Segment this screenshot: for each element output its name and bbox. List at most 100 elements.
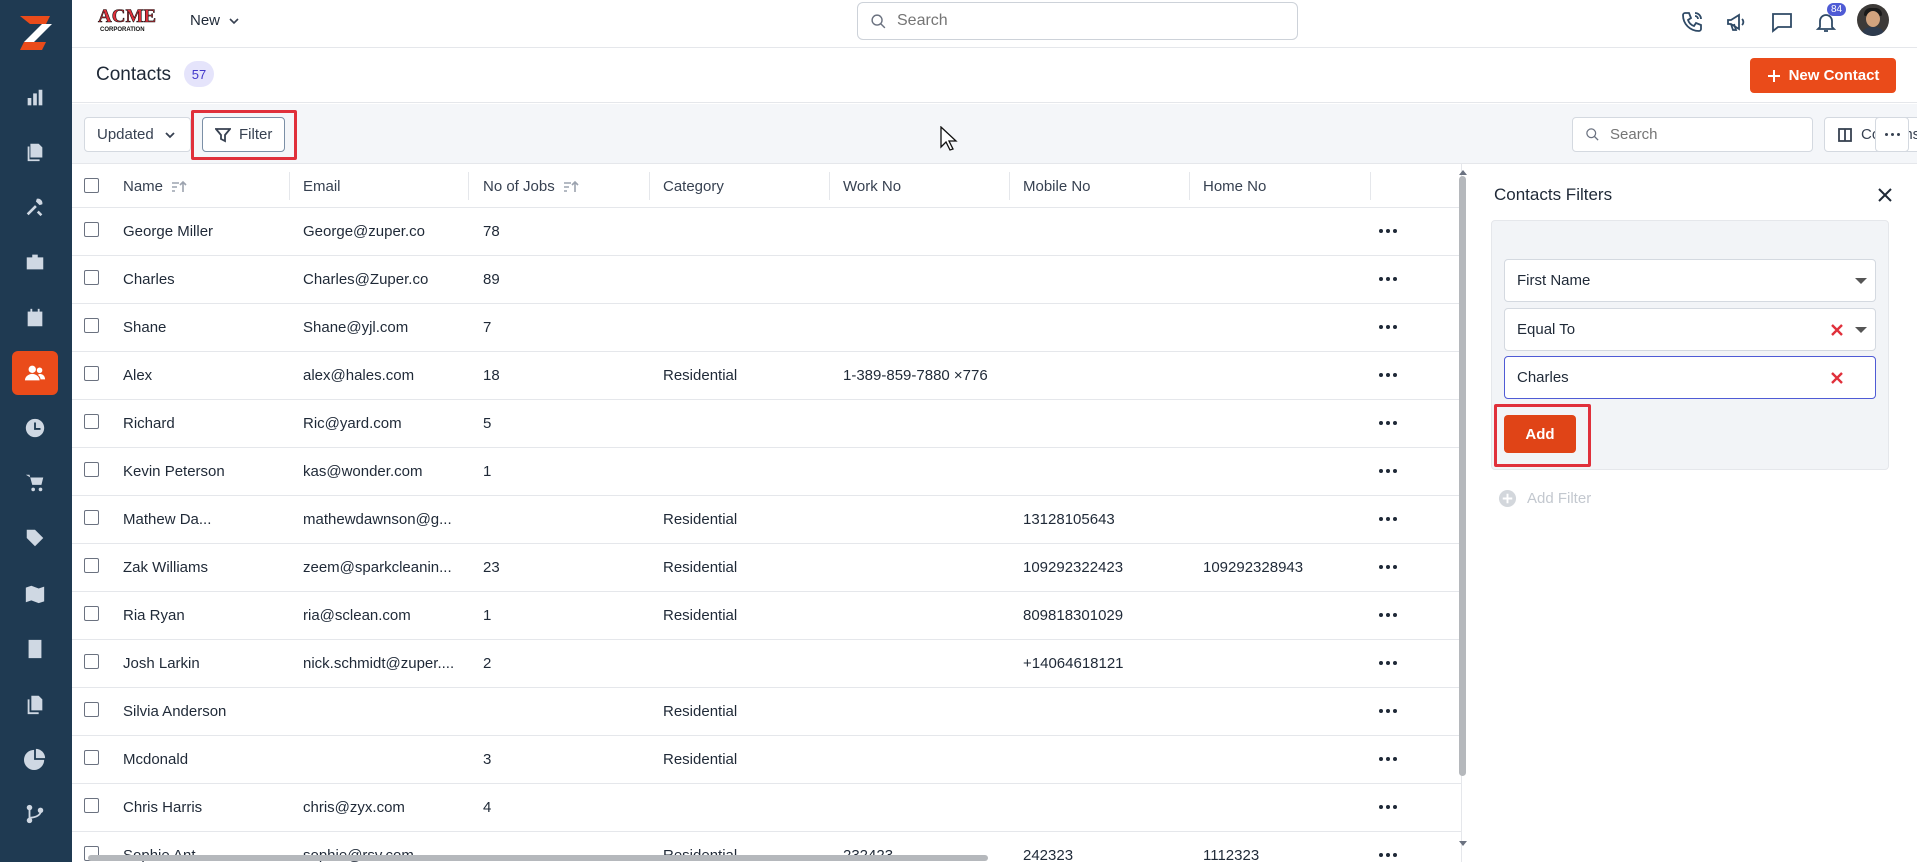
- row-checkbox[interactable]: [84, 750, 99, 765]
- header-mobile-no[interactable]: Mobile No: [1023, 178, 1091, 195]
- row-checkbox[interactable]: [84, 654, 99, 669]
- row-actions-button[interactable]: [1375, 650, 1401, 676]
- row-checkbox[interactable]: [84, 606, 99, 621]
- filter-field-select[interactable]: First Name: [1504, 259, 1876, 302]
- cell-name[interactable]: Ria Ryan: [123, 607, 185, 624]
- table-search-input[interactable]: [1610, 126, 1800, 143]
- filter-value-input[interactable]: Charles: [1504, 356, 1876, 399]
- table-row[interactable]: Chris Harris chris@zyx.com 4: [72, 784, 1461, 832]
- sidebar-item-workflows[interactable]: [12, 792, 58, 836]
- table-row[interactable]: Charles Charles@Zuper.co 89: [72, 256, 1461, 304]
- row-actions-button[interactable]: [1375, 698, 1401, 724]
- sidebar-item-calendar[interactable]: [12, 296, 58, 340]
- sidebar-item-contacts[interactable]: [12, 351, 58, 395]
- row-actions-button[interactable]: [1375, 458, 1401, 484]
- row-checkbox[interactable]: [84, 414, 99, 429]
- sidebar-item-dashboard[interactable]: [12, 76, 58, 120]
- sidebar-item-timesheets[interactable]: [12, 406, 58, 450]
- row-actions-button[interactable]: [1375, 554, 1401, 580]
- row-actions-button[interactable]: [1375, 362, 1401, 388]
- row-checkbox[interactable]: [84, 462, 99, 477]
- cell-name[interactable]: Chris Harris: [123, 799, 202, 816]
- global-search[interactable]: [857, 2, 1298, 40]
- row-actions-button[interactable]: [1375, 842, 1401, 862]
- row-checkbox[interactable]: [84, 318, 99, 333]
- sidebar-item-analytics[interactable]: [12, 737, 58, 781]
- cell-name[interactable]: Silvia Anderson: [123, 703, 226, 720]
- row-checkbox[interactable]: [84, 222, 99, 237]
- sidebar-item-documents[interactable]: [12, 130, 58, 174]
- table-row[interactable]: Richard Ric@yard.com 5: [72, 400, 1461, 448]
- add-filter-button[interactable]: Add Filter: [1498, 489, 1591, 508]
- cell-name[interactable]: Zak Williams: [123, 559, 208, 576]
- cell-name[interactable]: Shane: [123, 319, 166, 336]
- table-row[interactable]: Alex alex@hales.com 18 Residential 1-389-859…: [72, 352, 1461, 400]
- zuper-logo-icon[interactable]: [12, 10, 58, 56]
- cell-name[interactable]: Mathew Da...: [123, 511, 211, 528]
- cell-name[interactable]: George Miller: [123, 223, 213, 240]
- announcements-button[interactable]: [1723, 8, 1751, 36]
- acme-logo[interactable]: ACME CORPORATION: [96, 4, 168, 34]
- sidebar-item-jobs[interactable]: [12, 240, 58, 284]
- table-row[interactable]: Ria Ryan ria@sclean.com 1 Residential 809818…: [72, 592, 1461, 640]
- row-checkbox[interactable]: [84, 798, 99, 813]
- table-row[interactable]: Shane Shane@yjl.com 7: [72, 304, 1461, 352]
- header-home-no[interactable]: Home No: [1203, 178, 1266, 195]
- table-row[interactable]: Mathew Da... mathewdawnson@g... Residentia…: [72, 496, 1461, 544]
- cell-email: nick.schmidt@zuper....: [303, 655, 455, 672]
- row-checkbox[interactable]: [84, 510, 99, 525]
- sidebar-item-invoices[interactable]: [12, 627, 58, 671]
- clear-operator-icon[interactable]: [1829, 322, 1845, 338]
- chat-button[interactable]: [1768, 8, 1796, 36]
- notifications-button[interactable]: 84: [1812, 3, 1847, 36]
- table-row[interactable]: Josh Larkin nick.schmidt@zuper.... 2 +14064…: [72, 640, 1461, 688]
- row-checkbox[interactable]: [84, 558, 99, 573]
- table-horizontal-scrollbar[interactable]: [88, 855, 988, 861]
- row-actions-button[interactable]: [1375, 314, 1401, 340]
- table-row[interactable]: Mcdonald 3 Residential: [72, 736, 1461, 784]
- header-work-no[interactable]: Work No: [843, 178, 901, 195]
- sidebar-item-pricing[interactable]: [12, 516, 58, 560]
- table-row[interactable]: George Miller George@zuper.co 78: [72, 208, 1461, 256]
- row-actions-button[interactable]: [1375, 602, 1401, 628]
- sidebar-item-map[interactable]: [12, 572, 58, 616]
- more-options-button[interactable]: [1875, 117, 1909, 152]
- table-row[interactable]: Kevin Peterson kas@wonder.com 1: [72, 448, 1461, 496]
- table-row[interactable]: Zak Williams zeem@sparkcleanin... 23 Reside…: [72, 544, 1461, 592]
- sort-dropdown[interactable]: Updated: [84, 117, 191, 152]
- global-search-input[interactable]: [897, 12, 1277, 30]
- avatar[interactable]: [1857, 4, 1889, 36]
- cell-name[interactable]: Alex: [123, 367, 152, 384]
- filter-operator-select[interactable]: Equal To: [1504, 308, 1876, 351]
- sidebar-item-store[interactable]: [12, 461, 58, 505]
- clear-value-icon[interactable]: [1829, 370, 1845, 386]
- row-actions-button[interactable]: [1375, 506, 1401, 532]
- table-row[interactable]: Silvia Anderson Residential: [72, 688, 1461, 736]
- table-vertical-scrollbar[interactable]: [1457, 168, 1467, 858]
- select-all-checkbox[interactable]: [84, 178, 99, 193]
- table-search[interactable]: [1572, 117, 1813, 152]
- sidebar-item-tools[interactable]: [12, 185, 58, 229]
- row-checkbox[interactable]: [84, 366, 99, 381]
- row-actions-button[interactable]: [1375, 266, 1401, 292]
- cell-name[interactable]: Josh Larkin: [123, 655, 200, 672]
- sidebar-item-reports[interactable]: [12, 682, 58, 726]
- row-checkbox[interactable]: [84, 702, 99, 717]
- header-jobs[interactable]: No of Jobs: [483, 178, 579, 195]
- row-checkbox[interactable]: [84, 270, 99, 285]
- new-menu-button[interactable]: New: [190, 12, 240, 29]
- cell-name[interactable]: Mcdonald: [123, 751, 188, 768]
- row-actions-button[interactable]: [1375, 218, 1401, 244]
- row-actions-button[interactable]: [1375, 794, 1401, 820]
- cell-name[interactable]: Charles: [123, 271, 175, 288]
- header-name[interactable]: Name: [123, 178, 187, 195]
- row-actions-button[interactable]: [1375, 746, 1401, 772]
- header-category[interactable]: Category: [663, 178, 724, 195]
- row-actions-button[interactable]: [1375, 410, 1401, 436]
- cell-name[interactable]: Richard: [123, 415, 175, 432]
- header-email[interactable]: Email: [303, 178, 341, 195]
- close-filters-button[interactable]: [1874, 184, 1896, 206]
- phone-button[interactable]: [1678, 8, 1706, 36]
- new-contact-button[interactable]: New Contact: [1750, 58, 1896, 93]
- cell-name[interactable]: Kevin Peterson: [123, 463, 225, 480]
